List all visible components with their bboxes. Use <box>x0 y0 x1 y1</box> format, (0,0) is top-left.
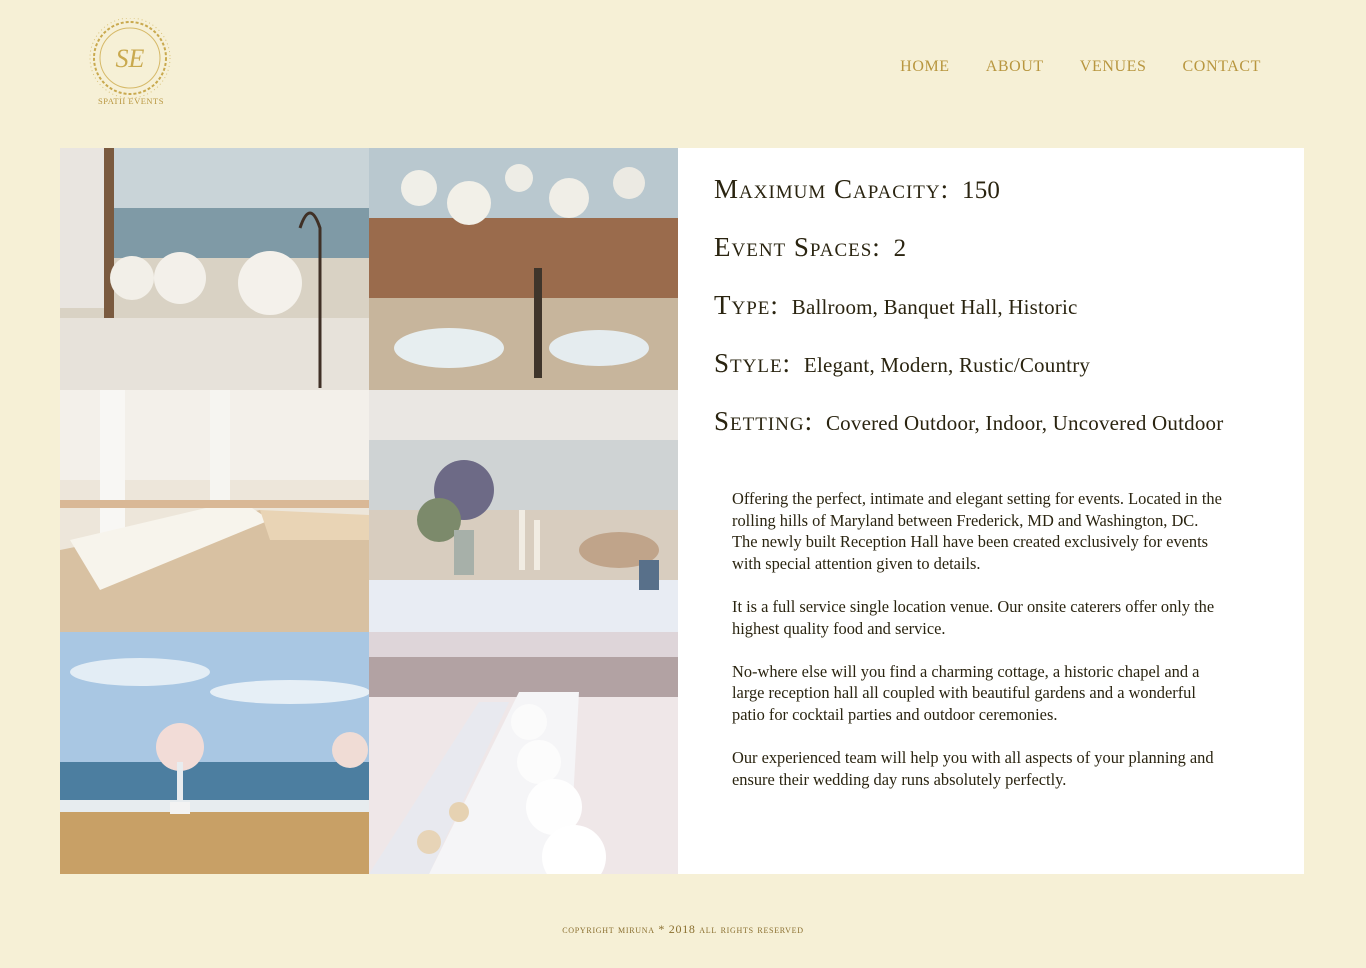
type-label: Type: <box>714 290 779 320</box>
setting-label: Setting: <box>714 406 814 436</box>
description-paragraph-4: Our experienced team will help you with … <box>732 748 1214 789</box>
main-nav: HOME ABOUT VENUES CONTACT <box>900 58 1261 76</box>
ocean-ceremony-chairs-photo[interactable] <box>60 632 369 874</box>
style-value: Elegant, Modern, Rustic/Country <box>803 353 1091 377</box>
style-label: Style: <box>714 348 792 378</box>
beach-ceremony-roses-photo[interactable] <box>60 148 369 390</box>
nav-home[interactable]: HOME <box>900 58 950 76</box>
capacity-label: Maximum Capacity: <box>714 174 950 204</box>
nav-about[interactable]: ABOUT <box>986 58 1044 76</box>
spaces-value: 2 <box>893 235 907 262</box>
logo-monogram: SE <box>116 44 145 73</box>
nav-venues[interactable]: VENUES <box>1080 58 1147 76</box>
copyright-footer: copyright miruna * 2018 all rights reser… <box>562 922 804 936</box>
style-line: Style: Elegant, Modern, Rustic/Country <box>714 348 1090 379</box>
capacity-line: Maximum Capacity: 150 <box>714 174 1000 205</box>
setting-value: Covered Outdoor, Indoor, Uncovered Outdo… <box>825 411 1224 435</box>
description-paragraph-3: No-where else will you find a charming c… <box>732 661 1200 724</box>
type-value: Ballroom, Banquet Hall, Historic <box>791 295 1078 319</box>
logo-text: SPATII EVENTS <box>98 96 164 106</box>
description-paragraph-1: Offering the perfect, intimate and elega… <box>732 489 1222 573</box>
photo-gallery <box>60 148 678 874</box>
description-paragraph-2: It is a full service single location ven… <box>732 596 1215 638</box>
spaces-label: Event Spaces: <box>714 232 881 262</box>
white-floral-long-table-photo[interactable] <box>369 632 678 874</box>
venue-description: Offering the perfect, intimate and elega… <box>732 488 1222 812</box>
setting-line: Setting: Covered Outdoor, Indoor, Uncove… <box>714 406 1223 437</box>
type-line: Type: Ballroom, Banquet Hall, Historic <box>714 290 1078 321</box>
spaces-line: Event Spaces: 2 <box>714 232 906 263</box>
beach-table-centerpiece-photo[interactable] <box>369 390 678 632</box>
venue-details-panel: Maximum Capacity: 150 Event Spaces: 2 Ty… <box>678 148 1304 874</box>
tent-banquet-tables-photo[interactable] <box>60 390 369 632</box>
capacity-value: 150 <box>962 177 1001 204</box>
nav-contact[interactable]: CONTACT <box>1183 58 1261 76</box>
courtyard-lanterns-reception-photo[interactable] <box>369 148 678 390</box>
